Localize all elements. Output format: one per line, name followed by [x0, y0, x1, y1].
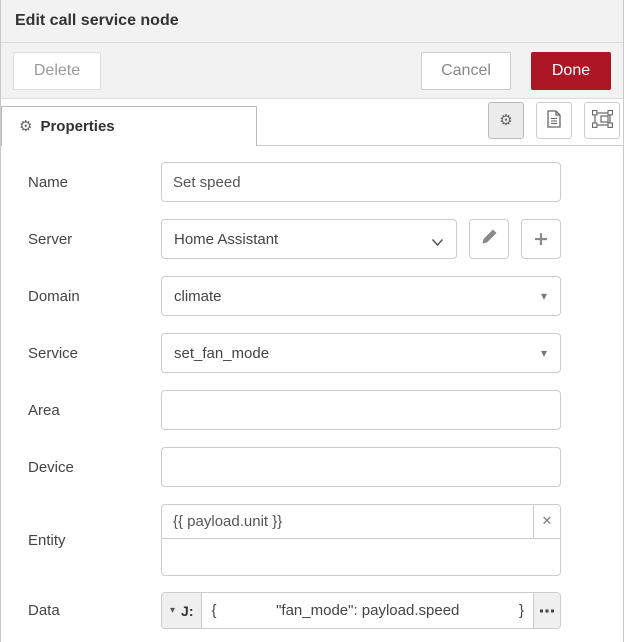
data-expression-input[interactable]: { "fan_mode": payload.speed }: [202, 593, 533, 628]
name-input[interactable]: [161, 162, 561, 202]
dialog-toolbar: Delete Cancel Done: [1, 43, 623, 99]
domain-row: Domain climate ▾: [28, 276, 623, 316]
entity-item: ✕: [162, 505, 560, 539]
triangle-down-icon: ▾: [540, 346, 547, 360]
expression-open-brace: {: [211, 602, 217, 619]
name-row: Name: [28, 162, 623, 202]
area-row: Area: [28, 390, 623, 430]
data-typed-input: ▾ J: { "fan_mode": payload.speed }: [161, 592, 561, 629]
add-server-button[interactable]: +: [521, 219, 561, 259]
ellipsis-icon: [540, 606, 554, 615]
properties-section-button[interactable]: ⚙: [488, 102, 524, 139]
server-label: Server: [28, 230, 73, 248]
tab-row: ⚙ Properties ⚙: [1, 99, 623, 146]
service-select-value: set_fan_mode: [174, 344, 270, 362]
server-row: Server Home Assistant +: [28, 219, 623, 259]
data-type-select[interactable]: ▾ J:: [162, 593, 203, 628]
pencil-icon: [481, 228, 498, 250]
service-label: Service: [28, 344, 79, 362]
appearance-section-button[interactable]: [584, 102, 620, 139]
document-icon: [546, 110, 562, 131]
dialog-title: Edit call service node: [15, 12, 179, 29]
jsonata-type-icon: J:: [181, 602, 194, 619]
server-select-value: Home Assistant: [174, 230, 279, 248]
triangle-down-icon: ▾: [540, 289, 547, 303]
entity-input[interactable]: [162, 505, 533, 538]
plus-icon: +: [533, 227, 549, 250]
tab-properties-label: Properties: [40, 118, 115, 135]
object-group-icon: [591, 109, 613, 131]
remove-entity-button[interactable]: ✕: [533, 505, 560, 538]
chevron-down-icon: [431, 234, 444, 251]
entity-label: Entity: [28, 531, 66, 549]
close-icon: ✕: [541, 514, 553, 529]
done-button[interactable]: Done: [531, 51, 611, 90]
expression-close-brace: }: [518, 602, 524, 619]
entity-row: Entity ✕: [28, 504, 623, 576]
edit-server-button[interactable]: [469, 219, 509, 259]
caret-down-icon: ▾: [170, 604, 176, 616]
domain-select-value: climate: [174, 287, 222, 305]
gear-icon: ⚙: [19, 117, 33, 135]
properties-form: Name Server Home Assistant: [1, 146, 623, 629]
edit-node-dialog: Edit call service node Delete Cancel Don…: [0, 0, 624, 642]
tab-action-buttons: ⚙: [488, 102, 620, 139]
data-row: Data ▾ J: { "fan_mode": payload.speed }: [28, 592, 623, 629]
dialog-header: Edit call service node: [1, 0, 623, 43]
device-input[interactable]: [161, 447, 561, 487]
area-input[interactable]: [161, 390, 561, 430]
domain-select[interactable]: climate ▾: [161, 276, 561, 316]
device-row: Device: [28, 447, 623, 487]
entity-list: ✕: [161, 504, 561, 576]
entity-add-area[interactable]: [162, 539, 560, 575]
expression-body: "fan_mode": payload.speed: [276, 602, 460, 619]
area-label: Area: [28, 401, 60, 419]
gear-icon: ⚙: [499, 111, 513, 129]
service-row: Service set_fan_mode ▾: [28, 333, 623, 373]
expand-expression-button[interactable]: [533, 593, 560, 628]
name-label: Name: [28, 173, 69, 191]
device-label: Device: [28, 458, 74, 476]
cancel-button[interactable]: Cancel: [421, 51, 511, 90]
data-label: Data: [28, 602, 60, 619]
tab-properties[interactable]: ⚙ Properties: [1, 106, 257, 146]
delete-button[interactable]: Delete: [13, 51, 101, 90]
server-select[interactable]: Home Assistant: [161, 219, 457, 259]
service-select[interactable]: set_fan_mode ▾: [161, 333, 561, 373]
description-section-button[interactable]: [536, 102, 572, 139]
domain-label: Domain: [28, 287, 80, 305]
